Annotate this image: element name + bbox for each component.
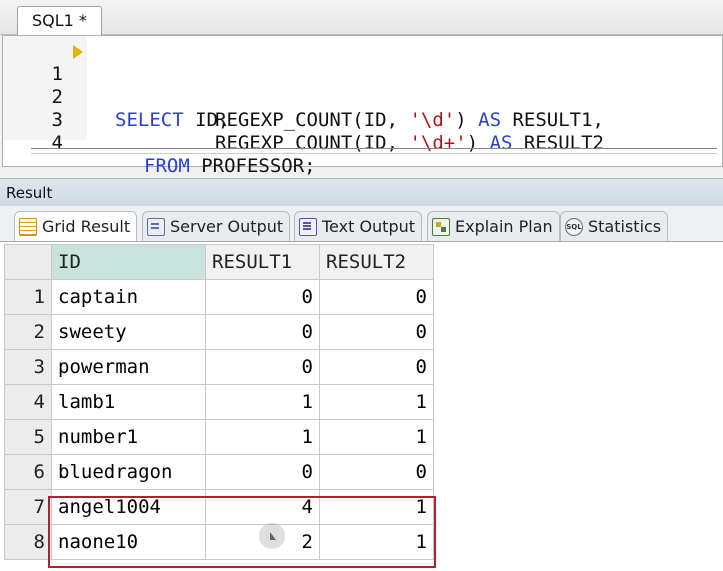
result-tabs: Grid Result Server Output Text Output Ex…	[0, 207, 723, 242]
row-number[interactable]: 3	[4, 349, 52, 385]
result-grid-area: ID RESULT1 RESULT2 1 captain 0 0 2 sweet…	[0, 242, 723, 571]
cell-id[interactable]: bluedragon	[51, 454, 206, 490]
result-panel-header: Result	[0, 178, 723, 206]
tab-text-output[interactable]: Text Output	[294, 211, 423, 241]
tab-sql1[interactable]: SQL1 *	[17, 6, 102, 35]
tab-server-output[interactable]: Server Output	[142, 211, 291, 241]
code-text: PROFESSOR;	[189, 155, 316, 177]
cell-result1[interactable]: 0	[205, 279, 320, 315]
cell-result2[interactable]: 0	[319, 454, 434, 490]
cell-result1[interactable]: 0	[205, 314, 320, 350]
result-grid: ID RESULT1 RESULT2 1 captain 0 0 2 sweet…	[4, 244, 434, 560]
column-header-result2[interactable]: RESULT2	[319, 244, 434, 280]
tab-grid-result[interactable]: Grid Result	[14, 211, 138, 241]
cell-result2[interactable]: 1	[319, 419, 434, 455]
cell-id[interactable]: captain	[51, 279, 206, 315]
text-icon	[299, 217, 317, 236]
code-line-1: 1 SELECT ID,	[3, 40, 718, 131]
cell-id[interactable]: sweety	[51, 314, 206, 350]
cell-result2[interactable]: 1	[319, 524, 434, 560]
row-number[interactable]: 6	[4, 454, 52, 490]
mouse-cursor-icon	[270, 532, 276, 540]
cell-result1[interactable]: 0	[205, 454, 320, 490]
tab-explain-plan[interactable]: Explain Plan	[427, 211, 560, 241]
cell-result2[interactable]: 0	[319, 279, 434, 315]
editor-tab-strip: SQL1 *	[0, 0, 723, 35]
table-row[interactable]: 5 number1 1 1	[4, 419, 434, 455]
cell-id[interactable]: powerman	[51, 349, 206, 385]
tab-label: Explain Plan	[455, 216, 553, 236]
editor-horizontal-scrollbar[interactable]	[31, 148, 717, 154]
row-number[interactable]: 4	[4, 384, 52, 420]
plan-icon	[432, 217, 450, 236]
tab-label: Grid Result	[42, 216, 131, 236]
cell-result1[interactable]: 1	[205, 384, 320, 420]
tab-label: Statistics	[588, 216, 662, 236]
cell-id[interactable]: naone10	[51, 524, 206, 560]
cell-result2[interactable]: 0	[319, 314, 434, 350]
keyword: FROM	[144, 155, 190, 177]
table-row[interactable]: 4 lamb1 1 1	[4, 384, 434, 420]
cell-result2[interactable]: 1	[319, 489, 434, 525]
sql-editor[interactable]: 1 SELECT ID, 2 REGEXP_COUNT(ID, '\d') AS…	[2, 35, 723, 177]
cell-result1[interactable]: 1	[205, 419, 320, 455]
table-row[interactable]: 1 captain 0 0	[4, 279, 434, 315]
row-number[interactable]: 8	[4, 524, 52, 560]
column-header-result1[interactable]: RESULT1	[205, 244, 320, 280]
cell-result1[interactable]: 0	[205, 349, 320, 385]
row-number[interactable]: 2	[4, 314, 52, 350]
column-header-id[interactable]: ID	[51, 244, 206, 280]
row-number[interactable]: 1	[4, 279, 52, 315]
table-row[interactable]: 3 powerman 0 0	[4, 349, 434, 385]
table-row[interactable]: 2 sweety 0 0	[4, 314, 434, 350]
table-row[interactable]: 7 angel1004 4 1	[4, 489, 434, 525]
row-number[interactable]: 7	[4, 489, 52, 525]
tab-label: Text Output	[322, 216, 416, 236]
cell-id[interactable]: lamb1	[51, 384, 206, 420]
code-line-2: 2 REGEXP_COUNT(ID, '\d') AS RESULT1,	[3, 63, 718, 131]
table-row[interactable]: 8 naone10 2 1	[4, 524, 434, 560]
code-line-3: 3 REGEXP_COUNT(ID, '\d+') AS RESULT2	[3, 86, 718, 154]
grid-corner[interactable]	[4, 244, 52, 280]
execution-pointer-icon	[73, 45, 83, 59]
statistics-icon: SQL	[565, 217, 583, 236]
cell-result2[interactable]: 1	[319, 384, 434, 420]
cell-id[interactable]: angel1004	[51, 489, 206, 525]
cell-result1[interactable]: 4	[205, 489, 320, 525]
table-row[interactable]: 6 bluedragon 0 0	[4, 454, 434, 490]
cell-id[interactable]: number1	[51, 419, 206, 455]
row-number[interactable]: 5	[4, 419, 52, 455]
cell-result2[interactable]: 0	[319, 349, 434, 385]
grid-icon	[19, 217, 37, 236]
tab-label: Server Output	[170, 216, 284, 236]
server-icon	[147, 217, 165, 236]
tab-statistics[interactable]: SQL Statistics	[560, 211, 669, 241]
code-line-4: 4 FROM PROFESSOR;	[3, 109, 718, 177]
